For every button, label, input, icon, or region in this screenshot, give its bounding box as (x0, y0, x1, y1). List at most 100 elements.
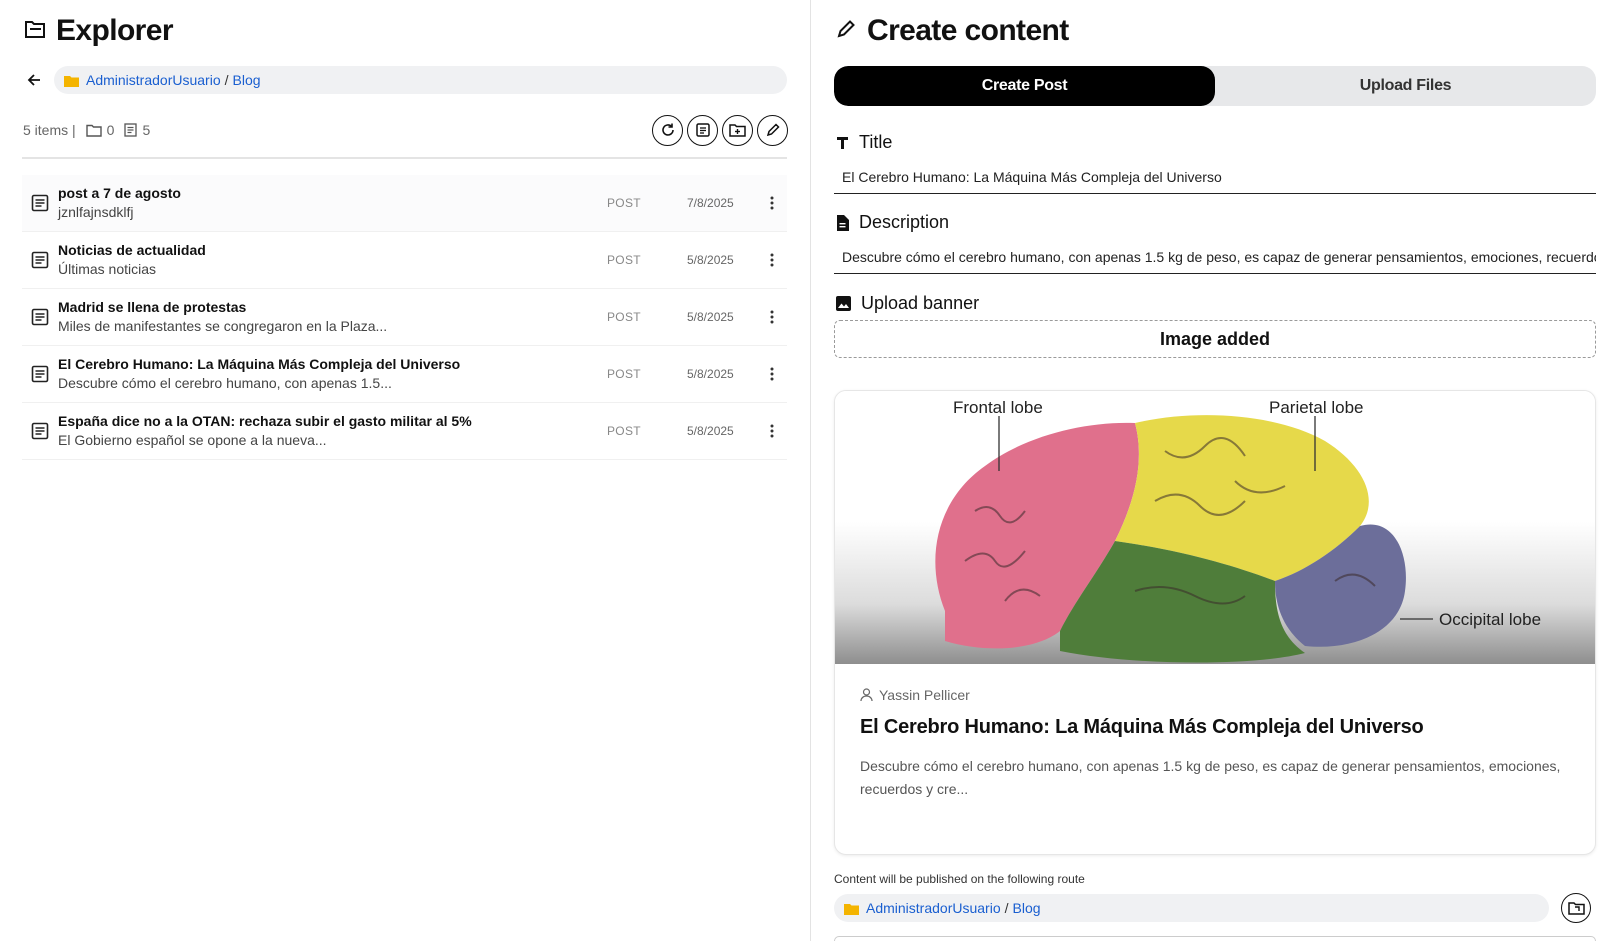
user-icon (860, 688, 873, 702)
create-header: Create content (835, 14, 1069, 48)
back-arrow-icon[interactable] (22, 68, 46, 92)
row-type: POST (607, 310, 641, 324)
explorer-panel: Explorer AdministradorUsuario / Blog 5 i… (0, 0, 810, 941)
post-file-icon (22, 194, 58, 212)
folder-open-icon (24, 19, 46, 44)
post-file-icon (22, 308, 58, 326)
page-title: Create content (867, 14, 1069, 47)
refresh-button[interactable] (652, 114, 683, 146)
new-folder-button[interactable] (722, 114, 753, 146)
table-row[interactable]: El Cerebro Humano: La Máquina Más Comple… (22, 346, 787, 403)
tab-create-post[interactable]: Create Post (834, 66, 1215, 106)
more-vertical-icon[interactable] (757, 310, 787, 324)
author-name: Yassin Pellicer (879, 687, 970, 703)
post-file-icon (22, 422, 58, 440)
title-input[interactable]: El Cerebro Humano: La Máquina Más Comple… (834, 160, 1596, 194)
route-breadcrumb: AdministradorUsuario / Blog (834, 894, 1549, 922)
banner-upload-dropzone[interactable]: Image added (834, 320, 1596, 358)
breadcrumb-item-root[interactable]: AdministradorUsuario (86, 72, 221, 88)
preview-title: El Cerebro Humano: La Máquina Más Comple… (860, 716, 1424, 738)
item-count: 5 items | (23, 122, 76, 138)
row-title: España dice no a la OTAN: rechaza subir … (58, 413, 472, 429)
explorer-toolbar (652, 114, 788, 146)
banner-label-text: Upload banner (861, 293, 980, 313)
table-row[interactable]: España dice no a la OTAN: rechaza subir … (22, 403, 787, 460)
row-description: jznlfajnsdklfj (58, 204, 134, 220)
more-vertical-icon[interactable] (757, 367, 787, 381)
table-row[interactable]: Madrid se llena de protestas Miles de man… (22, 289, 787, 346)
row-title: El Cerebro Humano: La Máquina Más Comple… (58, 356, 461, 372)
row-date: 5/8/2025 (687, 310, 734, 324)
new-folder-icon (729, 123, 746, 137)
row-type: POST (607, 253, 641, 267)
banner-label: Upload banner (836, 293, 979, 314)
row-title: post a 7 de agosto (58, 185, 181, 201)
new-post-button[interactable] (687, 114, 718, 146)
stats-bar: 5 items | 0 5 (23, 110, 788, 150)
breadcrumb: AdministradorUsuario / Blog (54, 66, 787, 94)
description-icon (837, 214, 849, 231)
tab-upload-files[interactable]: Upload Files (1215, 66, 1596, 106)
folder-outline-icon (85, 124, 102, 137)
row-title: Noticias de actualidad (58, 242, 206, 258)
page-title: Explorer (56, 14, 174, 47)
folder-icon (64, 74, 79, 87)
row-date: 7/8/2025 (687, 196, 734, 210)
folder-move-icon (1567, 901, 1585, 915)
document-icon (124, 123, 138, 137)
more-vertical-icon[interactable] (757, 196, 787, 210)
change-route-button[interactable] (1561, 893, 1591, 923)
author: Yassin Pellicer (860, 687, 970, 703)
row-description: Miles de manifestantes se congregaron en… (58, 318, 388, 334)
row-description: El Gobierno español se opone a la nueva.… (58, 432, 327, 448)
divider (22, 157, 787, 159)
description-input[interactable]: Descubre cómo el cerebro humano, con ape… (834, 240, 1596, 274)
row-description: Últimas noticias (58, 261, 157, 277)
description-label-text: Description (859, 212, 950, 232)
file-count: 5 (124, 122, 150, 138)
more-vertical-icon[interactable] (757, 253, 787, 267)
row-date: 5/8/2025 (687, 253, 734, 267)
content-tabs: Create Post Upload Files (834, 66, 1596, 106)
image-icon (836, 296, 851, 311)
banner-image: Frontal lobe Parietal lobe Occipital lob… (835, 391, 1595, 664)
folder-count-value: 0 (106, 122, 115, 138)
file-count-value: 5 (142, 122, 151, 138)
row-title: Madrid se llena de protestas (58, 299, 247, 315)
table-row[interactable]: Noticias de actualidad Últimas noticias P… (22, 232, 787, 289)
table-row[interactable]: post a 7 de agosto jznlfajnsdklfj POST 7/… (22, 175, 787, 232)
route-caption: Content will be published on the followi… (834, 872, 1085, 886)
file-list: post a 7 de agosto jznlfajnsdklfj POST 7/… (22, 175, 787, 460)
post-preview-card: Frontal lobe Parietal lobe Occipital lob… (834, 390, 1596, 855)
folder-icon (844, 902, 859, 915)
row-type: POST (607, 196, 641, 210)
row-type: POST (607, 367, 641, 381)
edit-icon (766, 123, 780, 137)
route-item-root[interactable]: AdministradorUsuario (866, 900, 1001, 916)
breadcrumb-separator: / (224, 72, 229, 88)
brain-diagram: Frontal lobe Parietal lobe Occipital lob… (935, 398, 1541, 663)
parietal-lobe-label: Parietal lobe (1269, 398, 1364, 417)
title-label-text: Title (859, 132, 893, 152)
next-section-edge (834, 936, 1596, 941)
post-file-icon (22, 365, 58, 383)
post-file-icon (22, 251, 58, 269)
preview-description: Descubre cómo el cerebro humano, con ape… (860, 758, 1561, 797)
row-description: Descubre cómo el cerebro humano, con ape… (58, 375, 392, 391)
occipital-lobe-label: Occipital lobe (1439, 610, 1541, 629)
route-item-blog[interactable]: Blog (1013, 900, 1041, 916)
edit-button[interactable] (757, 114, 788, 146)
frontal-lobe-label: Frontal lobe (953, 398, 1043, 417)
row-date: 5/8/2025 (687, 367, 734, 381)
more-vertical-icon[interactable] (757, 424, 787, 438)
row-type: POST (607, 424, 641, 438)
refresh-icon (661, 123, 674, 136)
description-label: Description (836, 212, 949, 233)
title-label: Title (836, 132, 892, 153)
explorer-header: Explorer (24, 14, 174, 48)
folder-count: 0 (85, 122, 115, 138)
breadcrumb-item-blog[interactable]: Blog (233, 72, 261, 88)
route-separator: / (1004, 900, 1009, 916)
breadcrumb-row: AdministradorUsuario / Blog (22, 66, 787, 94)
new-post-icon (695, 123, 710, 137)
